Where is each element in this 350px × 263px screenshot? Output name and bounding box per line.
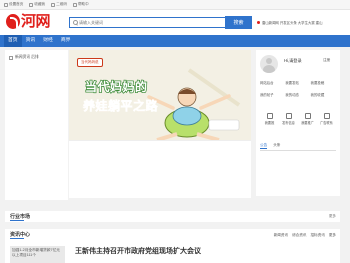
nav-item-news[interactable]: 资讯: [22, 35, 40, 47]
section-underline: [10, 238, 24, 239]
news-link[interactable]: 综合资讯: [292, 233, 306, 238]
logo-mark-icon: [6, 14, 20, 29]
help-link[interactable]: 帮助中: [72, 2, 89, 7]
tab-headlines[interactable]: 头条: [273, 143, 280, 149]
left-column: 新闻资讯 后排: [5, 50, 68, 200]
industry-section: 行业市场 更多: [5, 211, 340, 222]
tab-notice[interactable]: 公告: [260, 143, 268, 149]
top-utility-bar: 设置首页 收藏我 二维码 帮助中: [0, 0, 350, 10]
industry-more-link[interactable]: 更多: [329, 214, 336, 219]
industry-title: 行业市场: [10, 214, 31, 220]
search-icon: [70, 18, 79, 27]
panel-tabs: 公告 头条: [260, 143, 336, 151]
search-box: [69, 17, 249, 28]
publish-icon: [285, 113, 292, 119]
shortcut-my-posts[interactable]: 我的帖子: [260, 92, 285, 97]
shortcut-my-activity[interactable]: 我的动态: [285, 92, 310, 97]
header-links[interactable]: 唐山新闻网 开发区头条 大学生大赛 建山: [257, 20, 322, 25]
avatar[interactable]: [260, 55, 278, 73]
section-underline: [10, 220, 24, 221]
banner-title-line2: 养娃躺平之路: [83, 99, 159, 114]
nav-item-business[interactable]: 商界: [57, 35, 75, 47]
list-icon: [9, 55, 13, 60]
favorite-link[interactable]: 收藏我: [29, 2, 45, 7]
shortcut-post[interactable]: 我要发帖: [285, 80, 310, 85]
help-icon: [72, 2, 77, 7]
feature-banner[interactable]: 当代妈妈说 当代妈妈的 养娃躺平之路: [69, 50, 251, 140]
search-button[interactable]: 搜索: [225, 16, 252, 29]
advertise-icon: [304, 113, 311, 119]
news-title: 资讯中心: [10, 232, 31, 238]
shortcut-admin[interactable]: 网站后台: [260, 80, 285, 85]
search-input[interactable]: [79, 18, 248, 27]
banner-title-line1: 当代妈妈的: [84, 79, 148, 95]
promote-icon: [266, 113, 273, 119]
home-icon: [4, 2, 8, 7]
star-icon: [29, 2, 34, 7]
news-thumbnail[interactable]: 加强1-2月全市新增贷款7亿元 以上项目111个: [10, 246, 65, 263]
shortcut-submit[interactable]: 我要投稿: [311, 80, 336, 85]
banner-tag: 当代妈妈说: [77, 58, 103, 67]
set-homepage-link[interactable]: 设置首页: [4, 2, 23, 7]
shortcut-my-favorites[interactable]: 我的收藏: [311, 92, 336, 97]
service-shortcuts: 我要推 发布信息 我要推广 广告联系: [260, 113, 336, 125]
news-link[interactable]: 招标资讯: [310, 233, 324, 238]
news-link[interactable]: 更多: [329, 233, 336, 238]
logo-text: 河网: [21, 12, 51, 30]
qrcode-icon: [51, 2, 56, 7]
news-category-links: 新闻资讯 综合资讯 招标资讯 更多: [274, 233, 336, 238]
banner-footer-area: [69, 140, 251, 198]
login-prompt[interactable]: Hi,请登录: [284, 58, 302, 64]
service-item[interactable]: 我要推: [260, 113, 279, 125]
register-link[interactable]: 注册: [323, 58, 330, 63]
nav-item-home[interactable]: 首页: [4, 35, 22, 47]
news-link[interactable]: 新闻资讯: [274, 233, 288, 238]
service-item[interactable]: 广告联系: [317, 113, 336, 125]
user-panel: Hi,请登录 注册 网站后台 我要发帖 我要投稿 我的帖子 我的动态 我的收藏 …: [256, 50, 340, 196]
news-headline[interactable]: 王新伟主持召开市政府党组现场扩大会议: [75, 246, 201, 256]
service-item[interactable]: 发布信息: [279, 113, 298, 125]
news-thumbnail-caption: 加强1-2月全市新增贷款7亿元 以上项目111个: [12, 248, 60, 257]
location-icon: [257, 21, 260, 24]
left-column-item[interactable]: 新闻资讯 后排: [5, 50, 68, 60]
nav-item-finance[interactable]: 财经: [39, 35, 57, 47]
service-item[interactable]: 我要推广: [298, 113, 317, 125]
page-root: 设置首页 收藏我 二维码 帮助中 河网 搜索 唐山新闻网 开发区头条 大学生大赛…: [0, 0, 350, 263]
user-shortcuts: 网站后台 我要发帖 我要投稿 我的帖子 我的动态 我的收藏: [260, 80, 336, 97]
qrcode-link[interactable]: 二维码: [51, 2, 67, 7]
news-section: 资讯中心 新闻资讯 综合资讯 招标资讯 更多 加强1-2月全市新增贷款7亿元 以…: [5, 229, 340, 263]
main-nav: 首页 资讯 财经 商界: [0, 35, 350, 47]
header-links-text: 唐山新闻网 开发区头条 大学生大赛 建山: [262, 21, 323, 25]
site-logo[interactable]: 河网: [6, 12, 51, 30]
contact-icon: [323, 113, 330, 119]
